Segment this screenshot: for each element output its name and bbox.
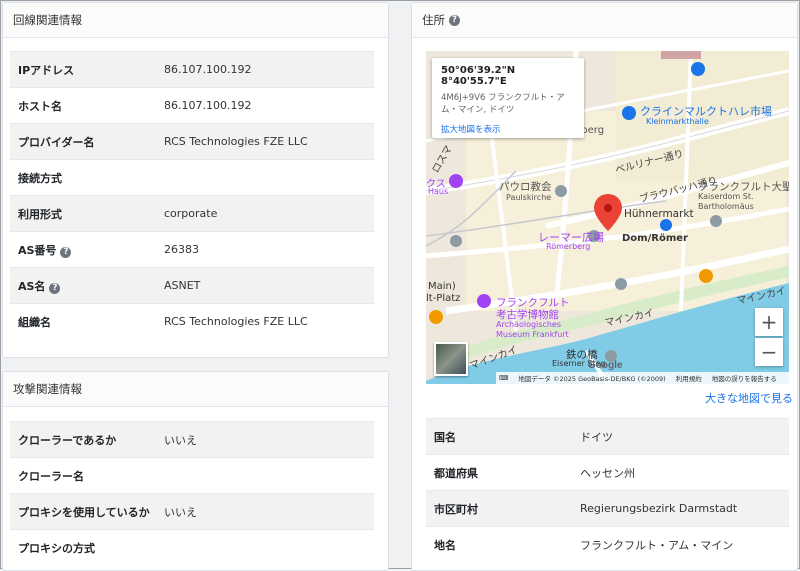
row-label: AS名 (18, 279, 46, 293)
coordinates-text: 50°06'39.2"N 8°40'55.7"E (441, 65, 516, 87)
table-row: AS名? ASNET (10, 267, 374, 304)
row-value: RCS Technologies FZE LLC (164, 123, 374, 160)
row-label: 組織名 (10, 303, 164, 339)
poi-label: Kleinmarkthalle (646, 117, 709, 126)
station-label: Dom/Römer (622, 233, 688, 244)
row-label: 都道府県 (426, 454, 580, 491)
row-label: AS番号 (18, 243, 57, 257)
satellite-toggle-button[interactable] (434, 342, 468, 376)
map-label: Main) (428, 281, 456, 292)
row-label: クローラーであるか (10, 421, 164, 458)
row-label: プロキシを使用しているか (10, 493, 164, 530)
map-data-credit: 地図データ ©2025 GeoBasis-DE/BKG (©2009) (518, 375, 666, 383)
zoom-out-button[interactable]: − (755, 338, 783, 366)
row-label: プロキシの方式 (10, 529, 164, 565)
table-row: クローラー名 (10, 457, 374, 494)
table-row: AS番号? 26383 (10, 231, 374, 268)
table-row: 国名 ドイツ (426, 418, 789, 455)
row-value (164, 457, 374, 494)
table-row: IPアドレス 86.107.100.192 (10, 51, 374, 88)
attack-info-table: クローラーであるか いいえ クローラー名 プロキシを使用しているか いいえ プロ… (10, 421, 374, 565)
address-table: 国名 ドイツ 都道府県 ヘッセン州 市区町村 Regierungsbezirk … (426, 418, 789, 562)
table-row: プロバイダー名 RCS Technologies FZE LLC (10, 123, 374, 160)
row-label: 国名 (426, 418, 580, 455)
map-label: Haus (428, 187, 449, 196)
google-logo: Google (588, 360, 623, 371)
table-row: 地名 フランクフルト・アム・マイン (426, 526, 789, 562)
poi-label: パウロ教会 (499, 181, 552, 193)
row-value: いいえ (164, 493, 374, 530)
row-label: 地名 (426, 526, 580, 562)
row-label: クローラー名 (10, 457, 164, 494)
row-label: 接続方式 (10, 159, 164, 196)
row-label: プロバイダー名 (10, 123, 164, 160)
row-value: 86.107.100.192 (164, 51, 374, 88)
table-row: プロキシを使用しているか いいえ (10, 493, 374, 530)
map-label: Hühnermarkt (624, 208, 694, 220)
address-title: 住所 (422, 13, 445, 27)
table-row: ホスト名 86.107.100.192 (10, 87, 374, 124)
attack-info-title: 攻撃関連情報 (3, 372, 388, 407)
poi-label: Museum Frankfurt (496, 330, 569, 339)
row-value: Regierungsbezirk Darmstadt (580, 490, 789, 527)
map-label: lt-Platz (426, 293, 461, 304)
table-row: 接続方式 (10, 159, 374, 196)
table-row: 組織名 RCS Technologies FZE LLC (10, 303, 374, 339)
zoom-in-button[interactable]: + (755, 308, 783, 336)
table-row: 都道府県 ヘッセン州 (426, 454, 789, 491)
poi-label: Archäologisches (496, 320, 561, 329)
row-value (164, 529, 374, 565)
row-value: corporate (164, 195, 374, 232)
row-label: IPアドレス (10, 51, 164, 88)
line-info-table: IPアドレス 86.107.100.192 ホスト名 86.107.100.19… (10, 51, 374, 339)
map-view[interactable]: クラインマルクトハレ市場 Kleinmarkthalle rnberg ベルリナ… (426, 51, 789, 384)
row-value (164, 159, 374, 196)
row-value: RCS Technologies FZE LLC (164, 303, 374, 339)
line-info-title: 回線関連情報 (3, 3, 388, 38)
poi-label: Paulskirche (506, 193, 552, 202)
row-label: 市区町村 (426, 490, 580, 527)
row-value: ヘッセン州 (580, 454, 789, 491)
map-info-popup: 50°06'39.2"N 8°40'55.7"E 4M6J+9V6 フランクフル… (432, 58, 584, 138)
terms-link[interactable]: 利用規約 (676, 373, 702, 383)
enlarge-map-link[interactable]: 拡大地図を表示 (441, 123, 575, 135)
row-label: ホスト名 (10, 87, 164, 124)
poi-label: Kaiserdom St. (698, 192, 754, 201)
row-value: フランクフルト・アム・マイン (580, 526, 789, 562)
plus-code-address: 4M6J+9V6 フランクフルト・アム・マイン, ドイツ (441, 93, 565, 115)
table-row: 利用形式 corporate (10, 195, 374, 232)
row-value: いいえ (164, 421, 374, 458)
table-row: クローラーであるか いいえ (10, 421, 374, 458)
row-value: ASNET (164, 267, 374, 304)
help-icon[interactable]: ? (60, 246, 72, 258)
map-attribution-bar: ⌨ 地図データ ©2025 GeoBasis-DE/BKG (©2009) 利用… (496, 372, 789, 384)
report-error-link[interactable]: 地図の誤りを報告する (712, 373, 777, 383)
row-value: 26383 (164, 231, 374, 268)
help-icon[interactable]: ? (449, 14, 460, 26)
poi-label: Römerberg (546, 242, 591, 251)
help-icon[interactable]: ? (49, 282, 61, 294)
row-label: 利用形式 (10, 195, 164, 232)
keyboard-icon[interactable]: ⌨ (499, 374, 508, 382)
poi-label: Bartholomäus (698, 202, 754, 211)
table-row: プロキシの方式 (10, 529, 374, 565)
view-larger-map-link[interactable]: 大きな地図で見る (705, 390, 793, 406)
row-value: 86.107.100.192 (164, 87, 374, 124)
table-row: 市区町村 Regierungsbezirk Darmstadt (426, 490, 789, 527)
row-value: ドイツ (580, 418, 789, 455)
